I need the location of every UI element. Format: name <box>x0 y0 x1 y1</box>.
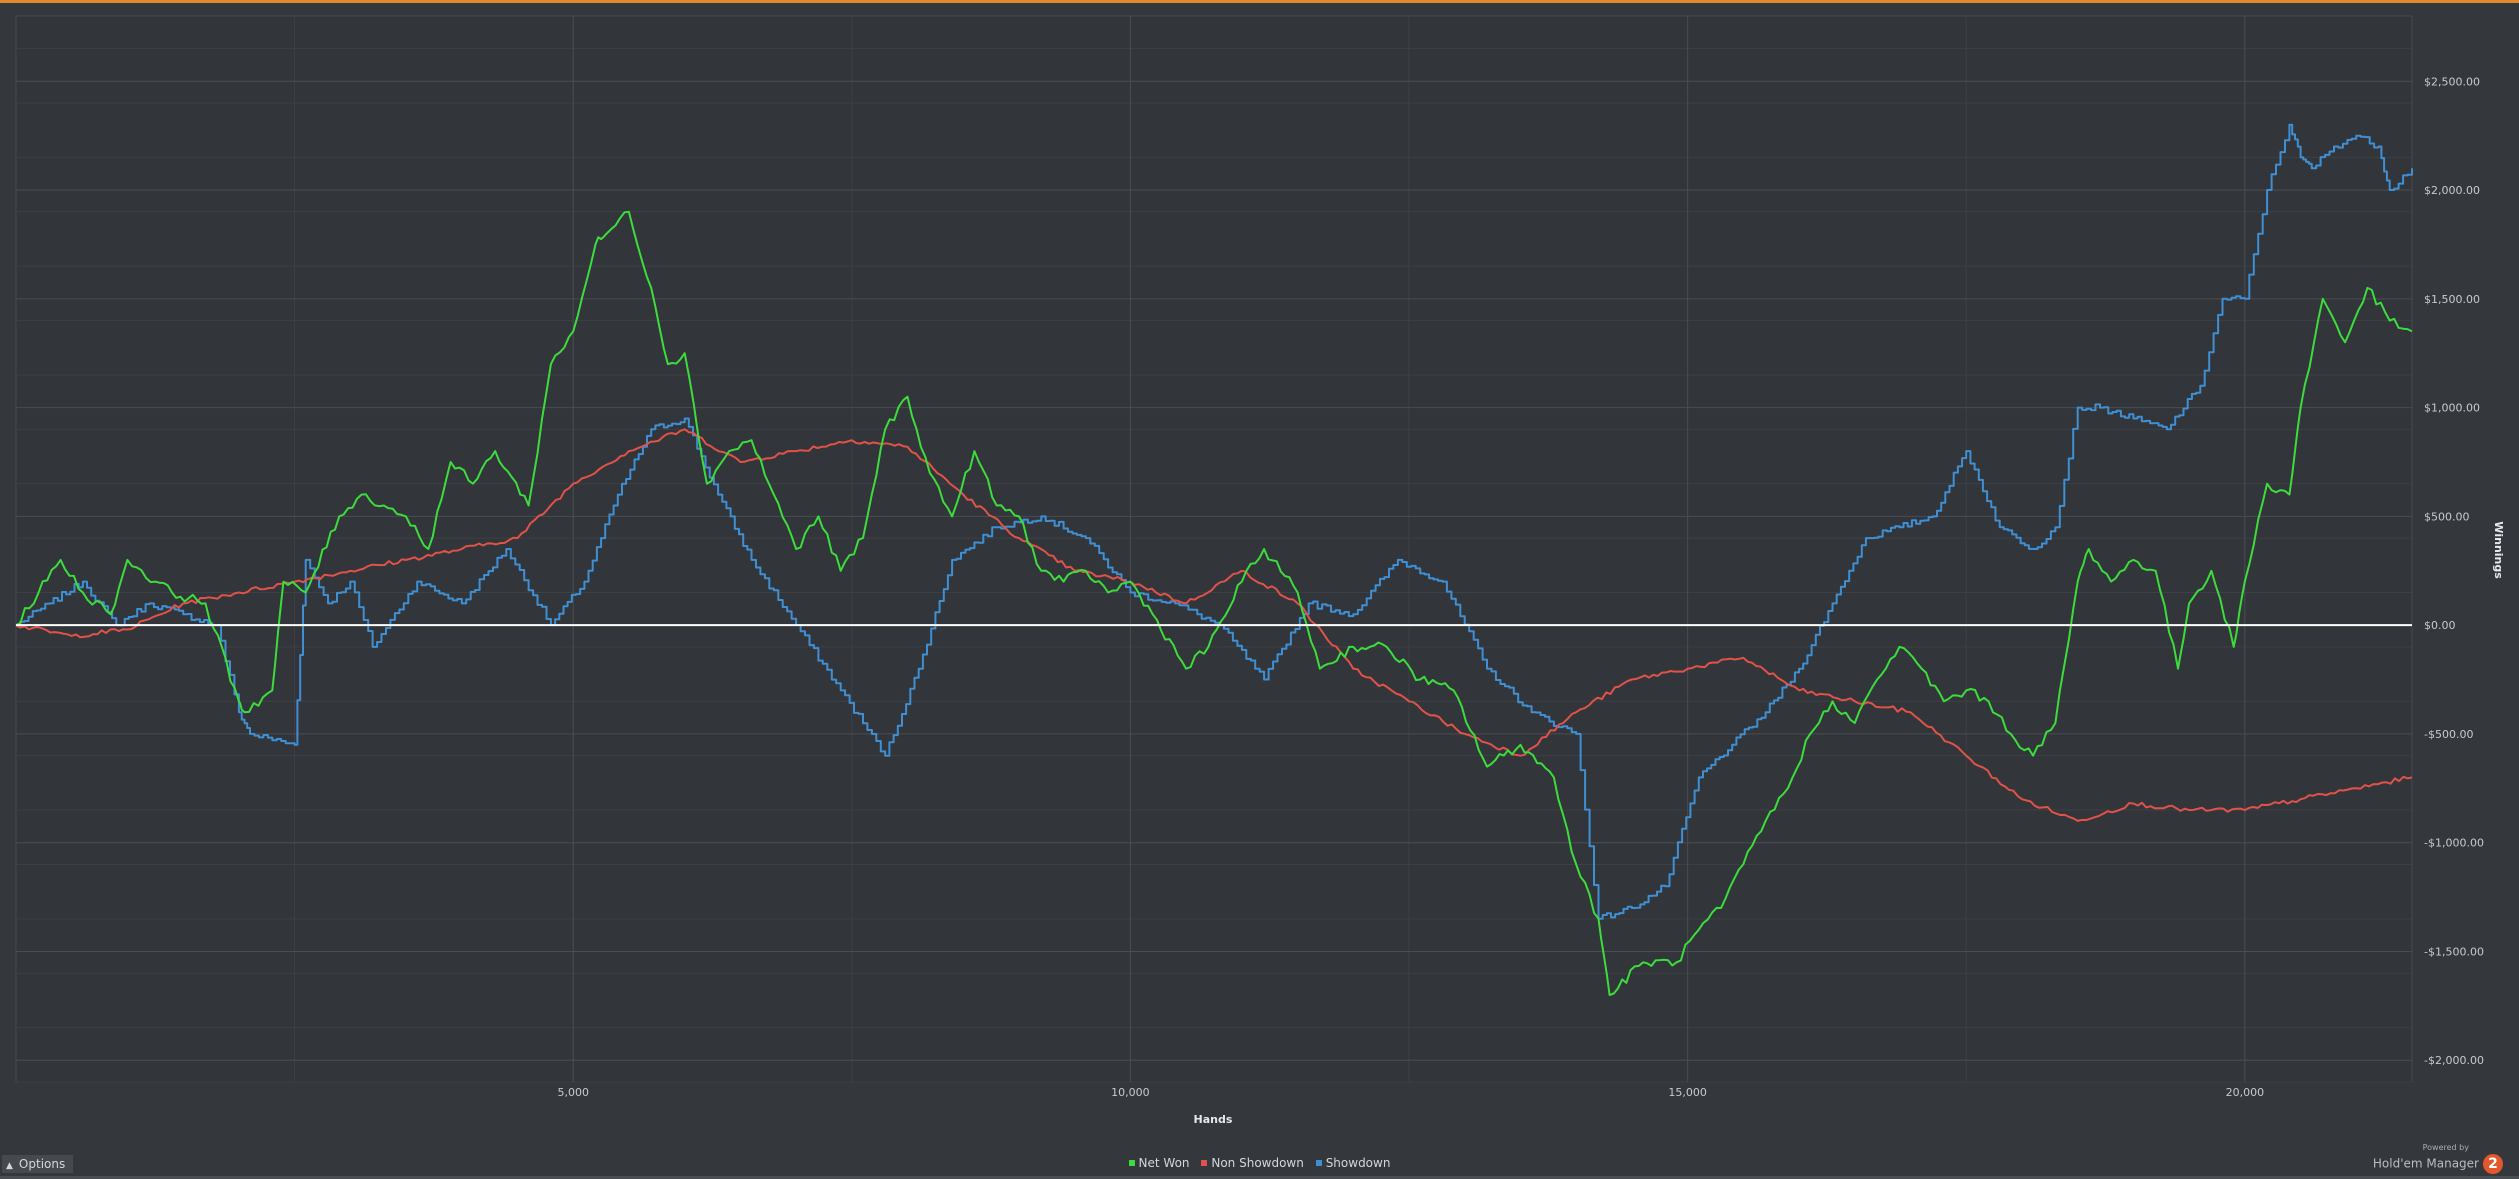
y-tick-label: -$1,000.00 <box>2424 837 2484 850</box>
x-tick-label: 10,000 <box>1111 1086 1150 1099</box>
winnings-chart: 5,000 10,000 15,000 20,000 $2,500.00 $2,000.… <box>15 15 2505 1126</box>
y-tick-label: -$1,500.00 <box>2424 945 2484 958</box>
x-tick-label: 15,000 <box>1668 1086 1707 1099</box>
legend-label-net-won: Net Won <box>1138 1156 1190 1170</box>
legend-item-non-showdown[interactable]: Non Showdown <box>1201 1155 1304 1171</box>
powered-by-text: Powered by <box>2422 1143 2469 1152</box>
brand-badge: Powered by Hold'em Manager 2 <box>2373 1143 2503 1174</box>
x-axis-title: Hands <box>1194 1113 1233 1126</box>
legend-item-net-won[interactable]: Net Won <box>1128 1155 1190 1171</box>
chart-legend: Net Won Non Showdown Showdown <box>0 1155 2519 1171</box>
y-tick-label: $2,500.00 <box>2424 75 2480 88</box>
hm2-logo-icon: 2 <box>2483 1153 2503 1174</box>
y-tick-label: $500.00 <box>2424 510 2470 523</box>
y-axis-title: Winnings <box>2492 521 2505 579</box>
y-axis-ticks: $2,500.00 $2,000.00 $1,500.00 $1,000.00 $500… <box>2424 75 2484 1067</box>
x-axis-ticks: 5,000 10,000 15,000 20,000 <box>557 1086 2264 1099</box>
legend-swatch-non-showdown <box>1201 1159 1208 1166</box>
x-tick-label: 5,000 <box>557 1086 589 1099</box>
y-tick-label: $2,000.00 <box>2424 184 2480 197</box>
y-tick-label: $1,000.00 <box>2424 402 2480 415</box>
plot-area <box>15 15 2413 1083</box>
legend-swatch-net-won <box>1128 1159 1135 1166</box>
y-tick-label: $0.00 <box>2424 619 2456 632</box>
y-tick-label: -$2,000.00 <box>2424 1054 2484 1067</box>
legend-label-showdown: Showdown <box>1325 1156 1391 1170</box>
y-tick-label: $1,500.00 <box>2424 293 2480 306</box>
legend-swatch-showdown <box>1315 1159 1322 1166</box>
legend-item-showdown[interactable]: Showdown <box>1315 1155 1391 1171</box>
brand-name: Hold'em Manager <box>2372 1156 2479 1171</box>
x-tick-label: 20,000 <box>2226 1086 2265 1099</box>
legend-label-non-showdown: Non Showdown <box>1211 1156 1304 1170</box>
y-tick-label: -$500.00 <box>2424 728 2473 741</box>
